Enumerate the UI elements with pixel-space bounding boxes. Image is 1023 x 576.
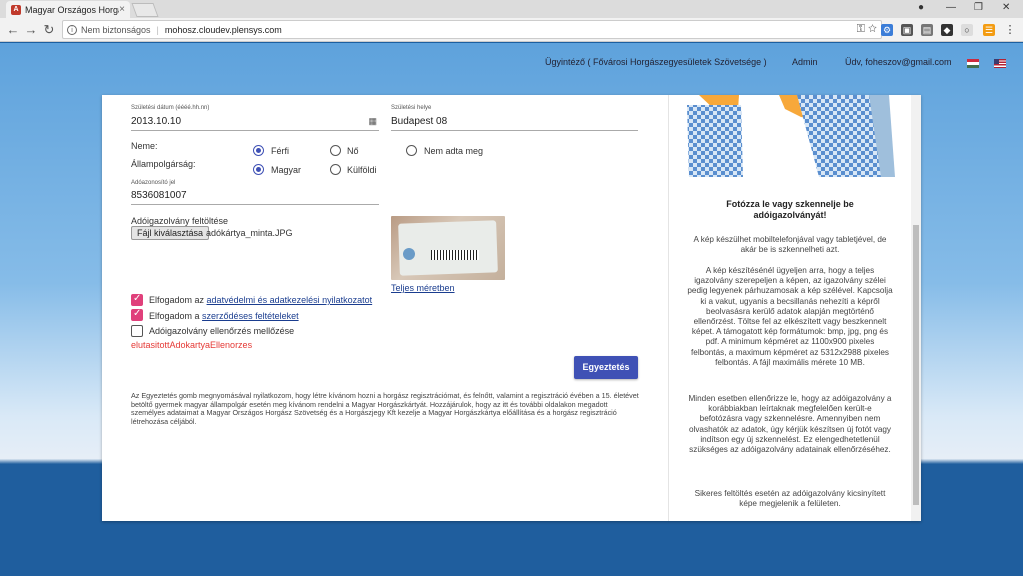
address-bar: ← → ↻ i Nem biztonságos | mohosz.cloudev… — [0, 18, 1023, 42]
radio-foreign-label: Külföldi — [347, 165, 377, 175]
submit-button[interactable]: Egyeztetés — [574, 356, 638, 379]
sidebar-scrollbar[interactable] — [911, 95, 921, 521]
browser-tab[interactable]: A Magyar Országos Horgász × — [6, 1, 130, 18]
tax-id-input[interactable]: 8536081007 — [131, 190, 379, 205]
full-size-link[interactable]: Teljes méretben — [391, 283, 455, 293]
angular-favicon-icon: A — [11, 4, 21, 15]
reload-icon[interactable]: ↻ — [40, 22, 58, 38]
birth-place-label: Születési helye — [391, 105, 432, 111]
profile-icon[interactable]: ● — [918, 2, 924, 13]
skip-check-checkbox[interactable] — [131, 325, 143, 337]
extension-icon[interactable]: ▤ — [921, 24, 933, 36]
radio-not-given[interactable] — [406, 145, 417, 156]
privacy-checkbox-label: Elfogadom az adatvédelmi és adatkezelési… — [149, 295, 373, 305]
menu-icon[interactable]: ⋮ — [1004, 24, 1016, 36]
user-greeting[interactable]: Üdv, foheszov@gmail.com — [845, 57, 952, 67]
birth-place-value: Budapest 08 — [391, 116, 448, 127]
tax-id-label: Adóazonosító jel — [131, 180, 176, 186]
english-flag-icon[interactable] — [994, 59, 1006, 68]
scrollbar-thumb[interactable] — [913, 225, 919, 505]
terms-checkbox[interactable] — [131, 308, 143, 321]
radio-foreign[interactable] — [330, 164, 341, 175]
bookmark-star-icon[interactable]: ⚿ ☆ — [857, 23, 877, 36]
minimize-icon[interactable]: — — [946, 2, 956, 13]
tax-card-preview-image — [391, 216, 505, 280]
registration-card: Születési dátum (éééé.hh.nn) 2013.10.10 … — [102, 95, 921, 521]
privacy-checkbox[interactable] — [131, 293, 143, 306]
birth-date-label: Születési dátum (éééé.hh.nn) — [131, 105, 210, 111]
extension-icon[interactable]: ▣ — [901, 24, 913, 36]
file-name: adókártya_minta.JPG — [206, 228, 293, 238]
tab-close-icon[interactable]: × — [119, 4, 125, 15]
page-background: Ügyintéző ( Fővárosi Horgászegyesületek … — [0, 43, 1023, 576]
error-message: elutasitottAdokartyaEllenorzes — [131, 340, 253, 350]
url-text: mohosz.cloudev.plensys.com — [164, 24, 282, 35]
back-icon[interactable]: ← — [4, 22, 22, 37]
skip-check-label: Adóigazolvány ellenőrzés mellőzése — [149, 326, 295, 336]
extension-icon[interactable]: ○ — [961, 24, 973, 36]
hungarian-flag-icon[interactable] — [967, 59, 979, 68]
browser-tabbar: A Magyar Országos Horgász × ● — ❐ ✕ — [0, 0, 1023, 18]
hands-holding-card-illustration — [669, 95, 909, 177]
help-title: Fotózza le vagy szkennelje be adóigazolv… — [726, 199, 854, 220]
restore-icon[interactable]: ❐ — [974, 2, 983, 13]
legal-text: Az Egyeztetés gomb megnyomásával nyilatk… — [131, 391, 639, 426]
privacy-statement-link[interactable]: adatvédelmi és adatkezelési nyilatkozato… — [207, 295, 373, 305]
user-role[interactable]: Ügyintéző ( Fővárosi Horgászegyesületek … — [545, 57, 767, 67]
upload-label: Adóigazolvány feltöltése — [131, 216, 229, 226]
admin-link[interactable]: Admin — [792, 57, 818, 67]
birth-date-value: 2013.10.10 — [131, 116, 182, 127]
birth-place-input[interactable]: Budapest 08 — [391, 116, 638, 131]
tax-id-value: 8536081007 — [131, 190, 187, 201]
security-label: Nem biztonságos — [81, 24, 151, 35]
tab-title: Magyar Országos Horgász — [25, 4, 119, 15]
choose-file-button[interactable]: Fájl kiválasztása — [131, 226, 210, 240]
extension-icon[interactable]: ◆ — [941, 24, 953, 36]
extension-icon[interactable]: ☰ — [983, 24, 995, 36]
birth-date-input[interactable]: 2013.10.10 ▦ — [131, 116, 379, 131]
radio-hungarian-label: Magyar — [271, 165, 302, 175]
radio-hungarian[interactable] — [253, 164, 264, 175]
window-close-icon[interactable]: ✕ — [1002, 2, 1010, 13]
extension-icon[interactable]: ⚙ — [881, 24, 893, 36]
radio-male[interactable] — [253, 145, 264, 156]
url-separator: | — [156, 24, 159, 35]
radio-not-given-label: Nem adta meg — [424, 146, 484, 156]
calendar-icon[interactable]: ▦ — [368, 116, 377, 127]
info-icon[interactable]: i — [67, 24, 77, 35]
radio-male-label: Férfi — [271, 146, 289, 156]
terms-link[interactable]: szerződéses feltételeket — [202, 311, 299, 321]
terms-checkbox-label: Elfogadom a szerződéses feltételeket — [149, 311, 299, 321]
help-paragraph: A kép készülhet mobiltelefonjával vagy t… — [693, 235, 887, 255]
help-paragraph: Sikeres feltöltés esetén az adóigazolván… — [694, 489, 886, 509]
gender-label: Neme: — [131, 141, 158, 151]
citizenship-label: Állampolgárság: — [131, 159, 196, 169]
help-paragraph: A kép készítésénél ügyeljen arra, hogy a… — [687, 266, 893, 367]
help-paragraph: Minden esetben ellenőrizze le, hogy az a… — [688, 394, 892, 455]
new-tab-button[interactable] — [131, 3, 159, 17]
url-field[interactable]: i Nem biztonságos | mohosz.cloudev.plens… — [62, 20, 882, 39]
forward-icon[interactable]: → — [22, 22, 40, 37]
radio-female-label: Nő — [347, 146, 359, 156]
help-sidebar: Fotózza le vagy szkennelje be adóigazolv… — [668, 95, 921, 521]
radio-female[interactable] — [330, 145, 341, 156]
